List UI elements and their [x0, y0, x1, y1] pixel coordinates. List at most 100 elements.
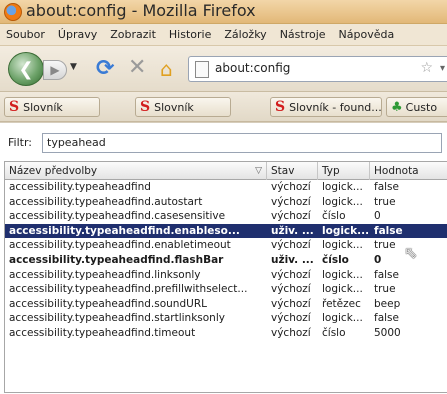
menu-historie[interactable]: Historie [169, 28, 211, 41]
cell-value: false [374, 312, 399, 325]
cell-value: false [374, 268, 399, 281]
cell-name: accessibility.typeaheadfind.autostart [9, 195, 203, 208]
cell-value: beep [374, 297, 401, 310]
cell-name: accessibility.typeaheadfind.startlinkson… [9, 312, 225, 325]
cell-value: true [374, 283, 396, 296]
home-icon[interactable]: ⌂ [160, 58, 173, 80]
table-row[interactable]: accessibility.typeaheadfind.flashBar uživ… [5, 253, 447, 268]
cell-status: uživ. ... [271, 253, 314, 266]
cell-type: číslo [322, 253, 349, 266]
forward-arrow-icon: ▶ [50, 63, 60, 77]
stop-icon[interactable]: ✕ [128, 56, 146, 80]
menu-napoveda[interactable]: Nápověda [339, 28, 395, 41]
cell-value: false [374, 181, 399, 193]
cell-type: logick... [322, 239, 363, 252]
bookmarks-toolbar: S Slovník S Slovník S Slovník - found...… [0, 92, 447, 122]
cell-status: výchozí [271, 297, 311, 310]
url-dropdown-icon[interactable]: ▾ [440, 63, 445, 74]
table-row[interactable]: accessibility.typeaheadfind.soundURL vých… [5, 297, 447, 312]
cell-name: accessibility.typeaheadfind.enableso... [9, 224, 240, 237]
table-header: Název předvolby ▽ Stav Typ Hodnota [5, 162, 447, 180]
table-row[interactable]: accessibility.typeaheadfind.prefillwiths… [5, 282, 447, 297]
table-body: accessibility.typeaheadfind výchozí logick… [5, 180, 447, 341]
addon-icon: ♣ [391, 99, 403, 115]
cell-status: výchozí [271, 268, 311, 281]
cell-status: výchozí [271, 181, 311, 193]
cell-status: výchozí [271, 312, 311, 325]
cell-type: číslo [322, 210, 346, 223]
cell-status: výchozí [271, 283, 311, 296]
back-button[interactable]: ❮ [8, 52, 44, 86]
cell-value: false [374, 224, 403, 237]
url-bar[interactable]: about:config ☆ ▾ [188, 56, 447, 82]
bookmark-star-icon[interactable]: ☆ [420, 60, 433, 76]
forward-button[interactable]: ▶ [43, 60, 67, 80]
history-dropdown-icon[interactable]: ▼ [70, 62, 77, 72]
cell-status: výchozí [271, 326, 311, 339]
cell-status: uživ. ... [271, 224, 314, 237]
window-title: about:config - Mozilla Firefox [26, 1, 256, 20]
cell-status: výchozí [271, 210, 311, 223]
slovnik-icon: S [9, 99, 20, 115]
url-text[interactable]: about:config [215, 61, 290, 75]
cell-value: 5000 [374, 326, 401, 339]
column-status-header[interactable]: Stav [267, 162, 318, 180]
bookmark-slovnik-2[interactable]: S Slovník [135, 97, 231, 117]
slovnik-icon: S [140, 99, 151, 115]
cell-name: accessibility.typeaheadfind.casesensitiv… [9, 210, 226, 223]
cell-type: logick... [322, 268, 363, 281]
title-bar: about:config - Mozilla Firefox [0, 0, 447, 24]
sort-icon: ▽ [255, 166, 262, 176]
preferences-table[interactable]: Název předvolby ▽ Stav Typ Hodnota acces… [4, 161, 447, 393]
column-value-header[interactable]: Hodnota [370, 162, 447, 180]
navigation-toolbar: ❮ ▶ ▼ ⟳ ✕ ⌂ about:config ☆ ▾ [0, 46, 447, 92]
cell-type: logick... [322, 181, 363, 193]
table-row[interactable]: accessibility.typeaheadfind.startlinkson… [5, 311, 447, 326]
cell-type: číslo [322, 326, 346, 339]
table-row[interactable]: accessibility.typeaheadfind.enabletimeou… [5, 238, 447, 253]
cell-name: accessibility.typeaheadfind.flashBar [9, 253, 224, 266]
filter-row: Filtr: typeahead [0, 131, 447, 155]
cell-name: accessibility.typeaheadfind.linksonly [9, 268, 201, 281]
menu-bar: Soubor Úpravy Zobrazit Historie Záložky … [0, 24, 447, 46]
bookmark-slovnik-found[interactable]: S Slovník - found... [270, 97, 382, 117]
menu-upravy[interactable]: Úpravy [58, 28, 97, 41]
table-row[interactable]: accessibility.typeaheadfind výchozí logick… [5, 180, 447, 195]
cell-type: logick... [322, 283, 363, 296]
table-row[interactable]: accessibility.typeaheadfind.autostart výc… [5, 195, 447, 210]
cell-value: true [374, 195, 396, 208]
cell-type: řetězec [322, 297, 361, 310]
bookmark-custom[interactable]: ♣ Custo [386, 97, 447, 117]
config-page: Filtr: typeahead Název předvolby ▽ Stav … [0, 122, 447, 394]
cell-status: výchozí [271, 239, 311, 252]
bookmark-slovnik-1[interactable]: S Slovník [4, 97, 100, 117]
cell-name: accessibility.typeaheadfind.prefillwiths… [9, 283, 248, 296]
table-row[interactable]: accessibility.typeaheadfind.enableso... u… [5, 223, 447, 239]
firefox-logo-icon [4, 3, 22, 21]
cell-type: logick... [322, 195, 363, 208]
cell-name: accessibility.typeaheadfind.soundURL [9, 297, 207, 310]
cell-status: výchozí [271, 195, 311, 208]
back-arrow-icon: ❮ [18, 58, 34, 80]
cell-type: logick... [322, 224, 368, 237]
mouse-cursor-icon: ⬁ [404, 243, 418, 262]
cell-name: accessibility.typeaheadfind.enabletimeou… [9, 239, 231, 252]
cell-value: 0 [374, 210, 381, 223]
page-icon [195, 61, 209, 78]
column-type-header[interactable]: Typ [318, 162, 370, 180]
table-row[interactable]: accessibility.typeaheadfind.linksonly výc… [5, 268, 447, 283]
cell-name: accessibility.typeaheadfind [9, 181, 151, 193]
cell-type: logick... [322, 312, 363, 325]
menu-zobrazit[interactable]: Zobrazit [110, 28, 156, 41]
filter-label: Filtr: [8, 136, 32, 149]
menu-soubor[interactable]: Soubor [6, 28, 45, 41]
table-row[interactable]: accessibility.typeaheadfind.casesensitiv… [5, 209, 447, 224]
menu-nastroje[interactable]: Nástroje [280, 28, 326, 41]
column-name-header[interactable]: Název předvolby ▽ [5, 162, 267, 180]
filter-input[interactable]: typeahead [42, 133, 442, 153]
menu-zalozky[interactable]: Záložky [224, 28, 266, 41]
reload-icon[interactable]: ⟳ [96, 58, 114, 80]
slovnik-icon: S [275, 99, 286, 115]
table-row[interactable]: accessibility.typeaheadfind.timeout výcho… [5, 326, 447, 341]
cell-name: accessibility.typeaheadfind.timeout [9, 326, 196, 339]
